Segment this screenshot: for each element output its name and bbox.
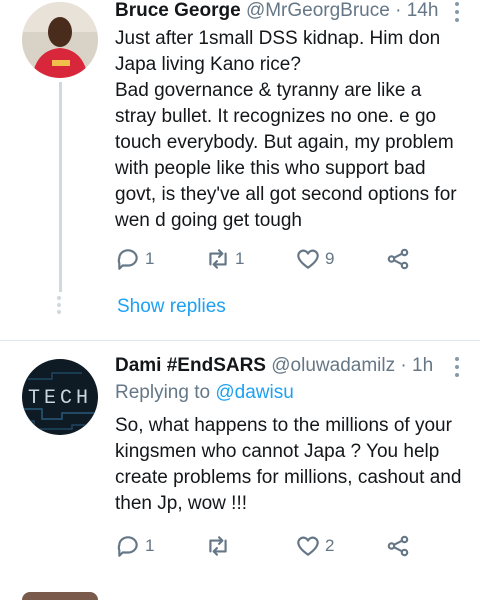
tweet-1[interactable]: Bruce George @MrGeorgBruce · 14h Just af… [0,0,480,340]
thread-dots [57,296,63,317]
reply-icon [117,249,138,270]
svg-text:TECH: TECH [28,387,92,410]
tweet-actions: 1 2 [115,533,475,559]
author-handle[interactable]: @MrGeorgBruce [246,0,390,21]
thread-line [59,82,62,292]
tweet-text: So, what happens to the millions of your… [115,413,466,517]
share-button[interactable] [385,246,475,272]
timestamp[interactable]: 14h [407,0,439,21]
meta-separator: · [395,0,402,21]
like-count: 9 [325,249,335,268]
like-button[interactable]: 9 [295,246,385,272]
reply-count: 1 [145,249,155,268]
tweet-header: Dami #EndSARS @oluwadamilz · 1h [115,355,466,377]
avatar[interactable] [22,592,98,600]
tweet-text-line: Bad governance & tyranny are like a stra… [115,80,457,231]
heart-icon [297,249,319,269]
retweet-button[interactable]: 1 [205,246,295,272]
heart-icon [297,536,319,556]
tweet-text-line: So, what happens to the millions of your… [115,415,462,514]
retweet-count: 1 [235,249,245,268]
timestamp[interactable]: 1h [412,355,433,376]
replying-to: Replying to @dawisu [115,381,466,405]
reply-button[interactable]: 1 [115,246,205,272]
tweet-actions: 1 1 9 [115,246,475,272]
retweet-button[interactable] [205,533,295,559]
share-icon [387,535,409,557]
author-handle[interactable]: @oluwadamilz [271,355,395,376]
author-name[interactable]: Dami #EndSARS [115,355,266,376]
tweet-2[interactable]: TECH Dami #EndSARS @oluwadamilz · 1h Rep… [0,341,480,600]
more-vertical-icon[interactable] [454,357,460,377]
reply-icon [117,536,138,557]
like-count: 2 [325,536,335,555]
author-name[interactable]: Bruce George [115,0,241,21]
meta-separator: · [400,355,407,376]
avatar[interactable] [22,2,98,78]
show-replies-link[interactable]: Show replies [117,296,226,318]
tweet-header: Bruce George @MrGeorgBruce · 14h [115,0,466,22]
avatar[interactable]: TECH [22,359,98,435]
like-button[interactable]: 2 [295,533,385,559]
replying-to-handle[interactable]: @dawisu [215,382,293,403]
more-vertical-icon[interactable] [454,2,460,22]
replying-to-label: Replying to [115,382,211,403]
reply-count: 1 [145,536,155,555]
share-icon [387,248,409,270]
share-button[interactable] [385,533,475,559]
reply-button[interactable]: 1 [115,533,205,559]
tweet-text-line: Just after 1small DSS kidnap. Him don Ja… [115,28,441,75]
tweet-text: Just after 1small DSS kidnap. Him don Ja… [115,26,466,234]
retweet-icon [209,536,227,556]
retweet-icon [209,249,227,269]
